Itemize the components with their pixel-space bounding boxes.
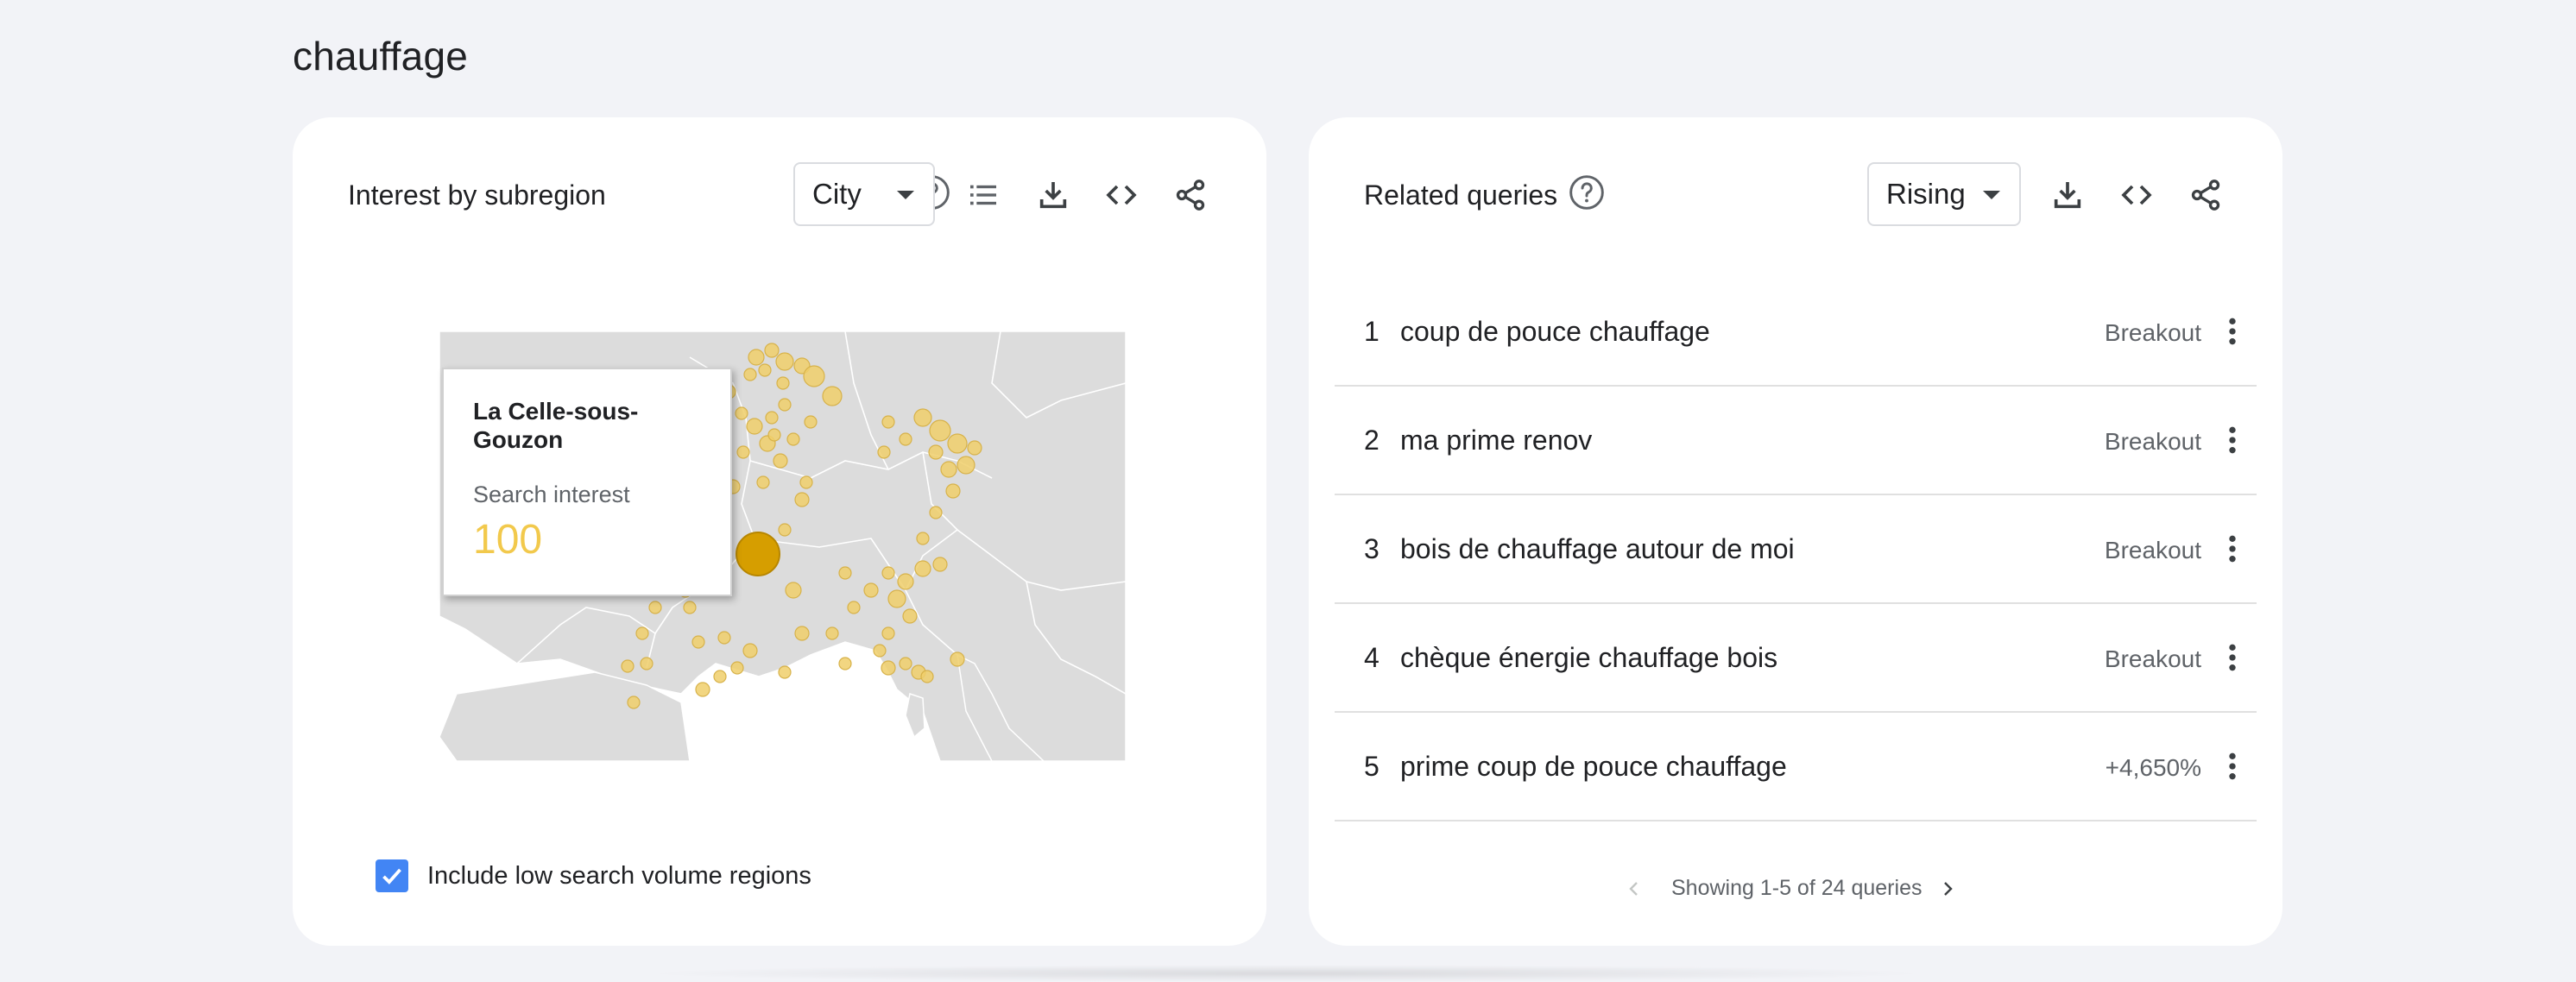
query-text[interactable]: coup de pouce chauffage [1400,316,1710,348]
query-rank: 3 [1364,533,1380,564]
related-queries-card: Related queries Rising 1 coup de pouce c… [1309,117,2282,946]
more-vert-icon[interactable] [2215,749,2250,784]
more-vert-icon[interactable] [2215,640,2250,675]
query-text[interactable]: ma prime renov [1400,425,1592,456]
query-rank: 5 [1364,751,1380,782]
query-row[interactable]: 3 bois de chauffage autour de moi Breako… [1335,495,2257,604]
card-title: Related queries [1364,179,1558,211]
caret-down-icon [897,191,914,199]
pagination-text: Showing 1-5 of 24 queries [1671,876,1923,900]
list-icon[interactable] [966,178,1001,212]
more-vert-icon[interactable] [2215,532,2250,566]
more-vert-icon[interactable] [2215,423,2250,457]
chevron-right-icon[interactable] [1937,878,1958,899]
more-vert-icon[interactable] [2215,314,2250,349]
query-text[interactable]: prime coup de pouce chauffage [1400,751,1787,783]
caret-down-icon [1983,191,2000,199]
query-row[interactable]: 4 chèque énergie chauffage bois Breakout [1335,604,2257,713]
embed-code-icon[interactable] [1104,178,1139,212]
query-value: Breakout [2104,319,2201,346]
embed-code-icon[interactable] [2119,178,2154,212]
query-row[interactable]: 2 ma prime renov Breakout [1335,387,2257,495]
share-icon[interactable] [1173,178,1208,212]
tooltip-value: 100 [473,517,543,563]
pagination: Showing 1-5 of 24 queries [1309,868,2282,911]
download-icon[interactable] [2050,178,2085,212]
mode-dropdown[interactable]: Rising [1867,162,2021,226]
query-rank: 2 [1364,425,1380,456]
query-rank: 4 [1364,642,1380,673]
query-list: 1 coup de pouce chauffage Breakout 2 ma … [1335,278,2257,821]
low-volume-checkbox[interactable] [376,859,408,892]
query-value: Breakout [2104,428,2201,455]
share-icon[interactable] [2188,178,2223,212]
help-icon[interactable] [1568,173,1606,211]
query-text[interactable]: chèque énergie chauffage bois [1400,642,1777,674]
tooltip-label: Search interest [473,482,630,507]
interest-by-subregion-card: Interest by subregion City La Celle-sous… [293,117,1266,946]
tooltip-place: La Celle-sous-Gouzon [473,398,639,453]
query-text[interactable]: bois de chauffage autour de moi [1400,533,1795,565]
query-value: +4,650% [2105,754,2201,781]
checkbox-label: Include low search volume regions [427,862,811,890]
dropdown-value: Rising [1886,178,1966,210]
page-title: chauffage [293,34,469,79]
bottom-shadow [639,965,1934,982]
resolution-dropdown[interactable]: City [793,162,935,226]
card-header: Interest by subregion City [293,162,1266,228]
query-value: Breakout [2104,645,2201,672]
card-title: Interest by subregion [348,179,606,211]
query-row[interactable]: 1 coup de pouce chauffage Breakout [1335,278,2257,387]
query-rank: 1 [1364,316,1380,347]
query-value: Breakout [2104,537,2201,563]
map-tooltip: La Celle-sous-Gouzon Search interest 100 [442,368,732,596]
chevron-left-icon[interactable] [1624,878,1645,899]
card-header: Related queries Rising [1309,162,2282,228]
download-icon[interactable] [1036,178,1070,212]
query-row[interactable]: 5 prime coup de pouce chauffage +4,650% [1335,713,2257,821]
dropdown-value: City [812,178,862,210]
